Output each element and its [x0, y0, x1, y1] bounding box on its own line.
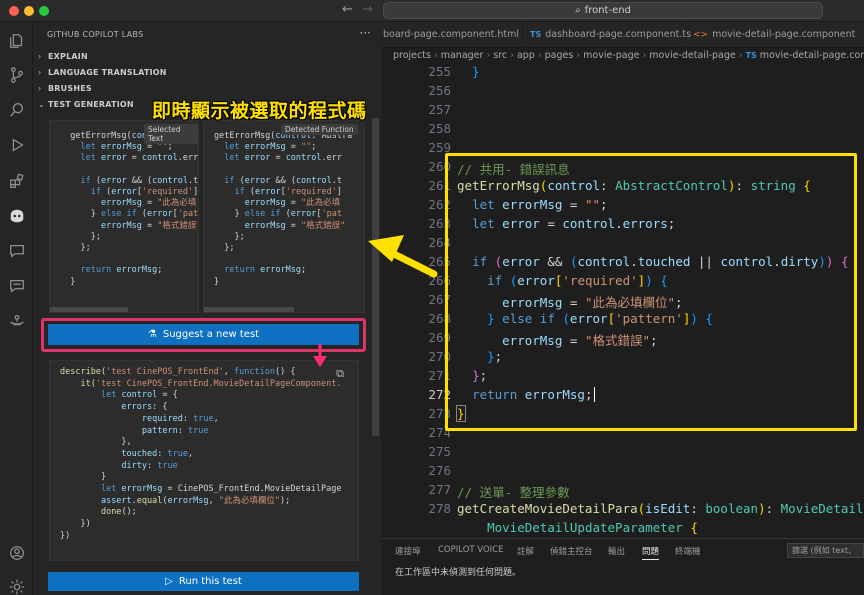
section-test-generation[interactable]: ⌄ TEST GENERATION [38, 100, 134, 116]
command-center-search[interactable]: ⌕ front-end [383, 2, 823, 19]
sidebar-title: GITHUB COPILOT LABS [47, 30, 144, 39]
breadcrumb-item[interactable]: movie-detail-page [649, 50, 735, 61]
breadcrumb-item[interactable]: movie-page [583, 50, 639, 61]
section-brushes[interactable]: › BRUSHES [38, 84, 92, 100]
play-icon: ▷ [165, 576, 173, 587]
more-actions-icon[interactable]: ··· [360, 26, 371, 40]
detected-function-card[interactable]: getErrorMsg(control: Abstra let errorMsg… [203, 120, 365, 313]
genie-lamp-icon[interactable] [6, 310, 28, 332]
search-icon[interactable] [6, 99, 28, 121]
generated-test-card[interactable]: describe('test CinePOS_FrontEnd', functi… [49, 360, 359, 561]
forward-arrow-icon[interactable]: → [362, 2, 373, 17]
selected-text-card[interactable]: getErrorMsg(control: Abstract let errorM… [49, 120, 199, 313]
panel-tab-comments[interactable]: 註解 [517, 545, 534, 557]
chevron-down-icon: ⌄ [38, 100, 45, 109]
breadcrumb-item[interactable]: manager [441, 50, 484, 61]
typescript-file-icon: TS [745, 51, 757, 60]
panel-tab-problems[interactable]: 問題 [642, 545, 660, 560]
annotation-caption: 即時顯示被選取的程式碼 [152, 100, 367, 122]
breadcrumb-item[interactable]: src [493, 50, 507, 61]
panel-tab-debug-console[interactable]: 偵錯主控台 [550, 545, 593, 557]
chevron-right-icon: › [38, 84, 42, 93]
settings-gear-icon[interactable] [6, 576, 28, 595]
explorer-icon[interactable] [6, 30, 28, 52]
extensions-icon[interactable] [6, 170, 28, 192]
card-scrollbar[interactable] [204, 307, 294, 312]
title-bar: ← → ⌕ front-end [0, 0, 864, 22]
html-file-icon: <> [693, 30, 709, 40]
section-label: TEST GENERATION [48, 100, 134, 109]
suggest-new-test-button[interactable]: ⚗ Suggest a new test [48, 324, 359, 345]
tab-movie-detail-page[interactable]: <> movie-detail-page.component [687, 22, 864, 48]
run-this-test-button[interactable]: ▷ Run this test [48, 572, 359, 591]
minimize-window-button[interactable] [24, 6, 34, 16]
bottom-panel: 連接埠 COPILOT VOICE 註解 偵錯主控台 輸出 問題 終端機 篩選 … [381, 538, 864, 595]
section-language-translation[interactable]: › LANGUAGE TRANSLATION [38, 68, 167, 84]
sidebar-scrollbar[interactable] [372, 118, 379, 436]
chevron-right-icon: › [38, 52, 42, 61]
section-label: LANGUAGE TRANSLATION [48, 68, 167, 77]
comments-icon[interactable] [6, 275, 28, 297]
problems-filter-input[interactable]: 篩選 (例如 text、 [787, 543, 864, 558]
suggest-button-label: Suggest a new test [162, 329, 260, 340]
selected-text-badge: Selected Text [144, 124, 198, 144]
chevron-right-icon: › [38, 68, 42, 77]
run-debug-icon[interactable] [6, 134, 28, 156]
tab-label: board-page.component.html [383, 29, 520, 40]
source-control-icon[interactable] [6, 64, 28, 86]
panel-tab-terminal[interactable]: 終端機 [675, 545, 701, 557]
section-explain[interactable]: › EXPLAIN [38, 52, 88, 68]
activity-bar [0, 22, 33, 595]
selected-code: getErrorMsg(control: Abstract let errorM… [60, 131, 199, 287]
typescript-file-icon: TS [530, 30, 542, 39]
search-icon: ⌕ [575, 5, 581, 16]
tab-dashboard-page-ts[interactable]: TS dashboard-page.component.ts [524, 22, 691, 48]
panel-tab-copilot-voice[interactable]: COPILOT VOICE [438, 545, 503, 555]
card-scrollbar[interactable] [50, 307, 128, 312]
selected-code-highlight [445, 153, 857, 431]
breadcrumb-item[interactable]: pages [545, 50, 574, 61]
generated-test-code: describe('test CinePOS_FrontEnd', functi… [60, 367, 342, 541]
copy-icon[interactable]: ⧉ [336, 367, 344, 381]
tab-label: dashboard-page.component.ts [545, 29, 692, 40]
editor-tab-bar: board-page.component.html TS dashboard-pa… [381, 22, 864, 48]
account-icon[interactable] [6, 542, 28, 564]
workspace-name: front-end [584, 5, 631, 16]
detected-code: getErrorMsg(control: Abstra let errorMsg… [214, 131, 353, 287]
problems-message: 在工作區中未偵測到任何問題。 [395, 568, 522, 578]
detected-function-badge: Detected Function [281, 124, 358, 135]
breadcrumb-item[interactable]: movie-detail-page.compon [760, 50, 864, 61]
comment: // 送單- 整理參數 [457, 485, 570, 500]
tab-board-page-html[interactable]: board-page.component.html [381, 22, 523, 48]
breadcrumb: projects › manager › src › app › pages › movie-pag… [381, 48, 864, 64]
chat-icon[interactable] [6, 240, 28, 262]
section-label: BRUSHES [48, 84, 92, 93]
run-button-label: Run this test [178, 576, 242, 587]
beaker-icon: ⚗ [147, 329, 157, 340]
panel-tab-output[interactable]: 輸出 [608, 545, 625, 557]
panel-tab-ports[interactable]: 連接埠 [395, 545, 421, 557]
tab-label: movie-detail-page.component [712, 29, 856, 40]
back-arrow-icon[interactable]: ← [342, 2, 353, 17]
copilot-labs-icon[interactable] [6, 205, 28, 227]
section-label: EXPLAIN [48, 52, 88, 61]
close-window-button[interactable] [9, 6, 19, 16]
breadcrumb-item[interactable]: projects [393, 50, 431, 61]
breadcrumb-item[interactable]: app [517, 50, 535, 61]
zoom-window-button[interactable] [39, 6, 49, 16]
